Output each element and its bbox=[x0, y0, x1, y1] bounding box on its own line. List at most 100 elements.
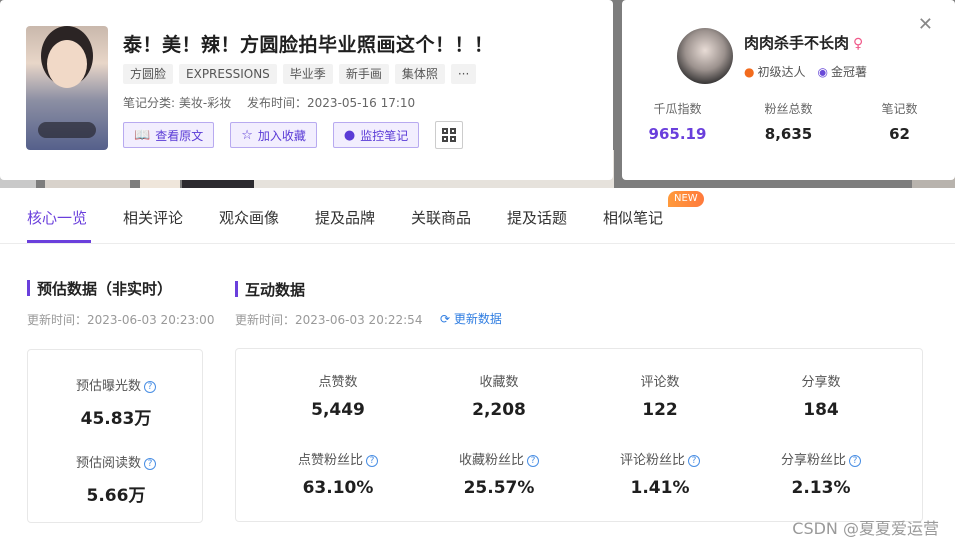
interaction-metric: 点赞数 5,449 bbox=[278, 371, 398, 420]
author-stat-value: 62 bbox=[889, 125, 910, 143]
refresh-data-button[interactable]: ⟳ 更新数据 bbox=[440, 310, 502, 327]
author-name[interactable]: 肉肉杀手不长肉 ♀ bbox=[744, 32, 863, 53]
note-tag[interactable]: 新手画 bbox=[338, 64, 389, 84]
metric-value: 2.13% bbox=[791, 478, 851, 498]
metric-value: 5.66万 bbox=[86, 486, 146, 506]
help-icon[interactable]: ? bbox=[144, 458, 156, 470]
tab-mentioned-topics[interactable]: 提及话题 bbox=[507, 207, 567, 228]
author-stat: 千瓜指数 965.19 bbox=[622, 100, 733, 143]
tab-mentioned-brands[interactable]: 提及品牌 bbox=[315, 207, 375, 228]
tab-audience-profile[interactable]: 观众画像 bbox=[219, 207, 279, 228]
active-tab-indicator bbox=[27, 240, 91, 243]
add-favorite-label: 加入收藏 bbox=[257, 128, 306, 143]
crown-icon: ◉ bbox=[817, 65, 828, 79]
tab-similar-notes[interactable]: 相似笔记 bbox=[603, 207, 663, 228]
monitor-note-button[interactable]: ● 监控笔记 bbox=[332, 122, 420, 148]
estimate-metric: 预估曝光数? 45.83万 bbox=[28, 375, 204, 429]
metric-label: 预估曝光数 bbox=[75, 379, 141, 394]
author-stat-label: 粉丝总数 bbox=[764, 102, 813, 116]
star-icon: ☆ bbox=[241, 127, 253, 143]
note-tag[interactable]: 方圆脸 bbox=[123, 64, 174, 84]
note-tag[interactable]: 毕业季 bbox=[282, 64, 333, 84]
estimate-metric: 预估阅读数? 5.66万 bbox=[28, 452, 204, 506]
author-stat: 粉丝总数 8,635 bbox=[733, 100, 844, 143]
author-tag-text: 金冠薯 bbox=[830, 65, 867, 79]
interaction-metric: 评论粉丝比? 1.41% bbox=[600, 449, 720, 498]
note-card: 泰！美！辣！方圆脸拍毕业照画这个！！！ 方圆脸 EXPRESSIONS 毕业季 … bbox=[0, 0, 613, 180]
female-icon: ♀ bbox=[853, 36, 864, 52]
new-badge: NEW bbox=[668, 191, 704, 207]
monitor-note-label: 监控笔记 bbox=[360, 128, 409, 143]
interaction-section-title: 互动数据 bbox=[235, 279, 305, 300]
author-card: ✕ 肉肉杀手不长肉 ♀ ● 初级达人 ◉ 金冠薯 千瓜指数 965.19 粉丝总数 8… bbox=[622, 0, 955, 180]
help-icon[interactable]: ? bbox=[849, 455, 861, 467]
metric-value: 1.41% bbox=[630, 478, 690, 498]
interaction-metric: 分享数 184 bbox=[761, 371, 881, 420]
view-original-button[interactable]: 📖 查看原文 bbox=[123, 122, 215, 148]
interaction-metric: 收藏粉丝比? 25.57% bbox=[439, 449, 559, 498]
author-name-text: 肉肉杀手不长肉 bbox=[744, 34, 850, 52]
author-level-text: 初级达人 bbox=[757, 65, 806, 79]
metric-label: 预估阅读数 bbox=[75, 456, 141, 471]
metric-value: 5,449 bbox=[311, 400, 365, 420]
metric-value: 45.83万 bbox=[80, 409, 152, 429]
author-level: ● 初级达人 bbox=[744, 63, 806, 80]
note-tag[interactable]: EXPRESSIONS bbox=[179, 64, 277, 84]
note-tags: 方圆脸 EXPRESSIONS 毕业季 新手画 集体照 ··· bbox=[123, 64, 477, 84]
refresh-icon: ⟳ bbox=[440, 312, 451, 326]
more-tags-button[interactable]: ··· bbox=[450, 64, 477, 84]
metric-label: 点赞数 bbox=[318, 375, 358, 390]
metric-label: 分享粉丝比 bbox=[780, 453, 846, 468]
help-icon[interactable]: ? bbox=[144, 381, 156, 393]
metric-label: 收藏数 bbox=[479, 375, 519, 390]
interaction-metric: 评论数 122 bbox=[600, 371, 720, 420]
author-stat-value: 8,635 bbox=[764, 125, 813, 143]
interaction-metric: 收藏数 2,208 bbox=[439, 371, 559, 420]
view-original-label: 查看原文 bbox=[155, 128, 204, 143]
metric-label: 分享数 bbox=[801, 375, 841, 390]
tab-related-products[interactable]: 关联商品 bbox=[411, 207, 471, 228]
author-stat: 笔记数 62 bbox=[844, 100, 955, 143]
person-icon: ● bbox=[744, 65, 755, 79]
add-favorite-button[interactable]: ☆ 加入收藏 bbox=[230, 122, 317, 148]
author-stat-label: 笔记数 bbox=[881, 102, 918, 116]
tab-core-overview[interactable]: 核心一览 bbox=[27, 207, 87, 228]
refresh-data-label: 更新数据 bbox=[453, 312, 502, 326]
note-meta: 笔记分类: 美妆-彩妆 发布时间：2023-05-16 17:10 bbox=[123, 94, 415, 111]
book-icon: 📖 bbox=[134, 127, 151, 143]
metric-label: 评论粉丝比 bbox=[619, 453, 685, 468]
estimate-updated-time: 更新时间：2023-06-03 20:23:00 bbox=[27, 313, 215, 327]
help-icon[interactable]: ? bbox=[366, 455, 378, 467]
author-stats: 千瓜指数 965.19 粉丝总数 8,635 笔记数 62 bbox=[622, 100, 955, 143]
metric-label: 点赞粉丝比 bbox=[297, 453, 363, 468]
note-actions: 📖 查看原文 ☆ 加入收藏 ● 监控笔记 bbox=[123, 121, 464, 149]
help-icon[interactable]: ? bbox=[688, 455, 700, 467]
note-tag[interactable]: 集体照 bbox=[394, 64, 445, 84]
qr-code-button[interactable] bbox=[435, 121, 464, 149]
location-pin-icon: ● bbox=[343, 127, 356, 143]
metric-value: 25.57% bbox=[463, 478, 535, 498]
metric-value: 184 bbox=[803, 400, 839, 420]
interaction-box: 点赞数 5,449 收藏数 2,208 评论数 122 分享数 184 点赞粉丝… bbox=[235, 348, 923, 522]
note-title: 泰！美！辣！方圆脸拍毕业照画这个！！！ bbox=[123, 34, 494, 56]
tab-bar: 核心一览 相关评论 观众画像 提及品牌 关联商品 提及话题 相似笔记 bbox=[0, 188, 955, 244]
author-stat-label: 千瓜指数 bbox=[653, 102, 702, 116]
estimate-box: 预估曝光数? 45.83万 预估阅读数? 5.66万 bbox=[27, 349, 203, 523]
metric-value: 122 bbox=[642, 400, 678, 420]
metric-value: 63.10% bbox=[302, 478, 374, 498]
help-icon[interactable]: ? bbox=[527, 455, 539, 467]
thumbnail-face bbox=[47, 40, 87, 88]
note-thumbnail[interactable] bbox=[26, 26, 108, 150]
author-avatar[interactable] bbox=[677, 28, 733, 84]
tab-related-comments[interactable]: 相关评论 bbox=[123, 207, 183, 228]
interaction-metric: 分享粉丝比? 2.13% bbox=[761, 449, 881, 498]
thumbnail-overlay-button bbox=[38, 122, 96, 138]
interaction-updated-time: 更新时间：2023-06-03 20:22:54 bbox=[235, 313, 423, 327]
estimate-section-title: 预估数据（非实时） bbox=[27, 278, 172, 299]
interaction-metric: 点赞粉丝比? 63.10% bbox=[278, 449, 398, 498]
metric-value: 2,208 bbox=[472, 400, 526, 420]
watermark: CSDN @夏夏爱运营 bbox=[792, 519, 939, 538]
close-icon[interactable]: ✕ bbox=[918, 14, 933, 35]
metric-label: 收藏粉丝比 bbox=[458, 453, 524, 468]
qr-code-icon bbox=[442, 128, 457, 142]
